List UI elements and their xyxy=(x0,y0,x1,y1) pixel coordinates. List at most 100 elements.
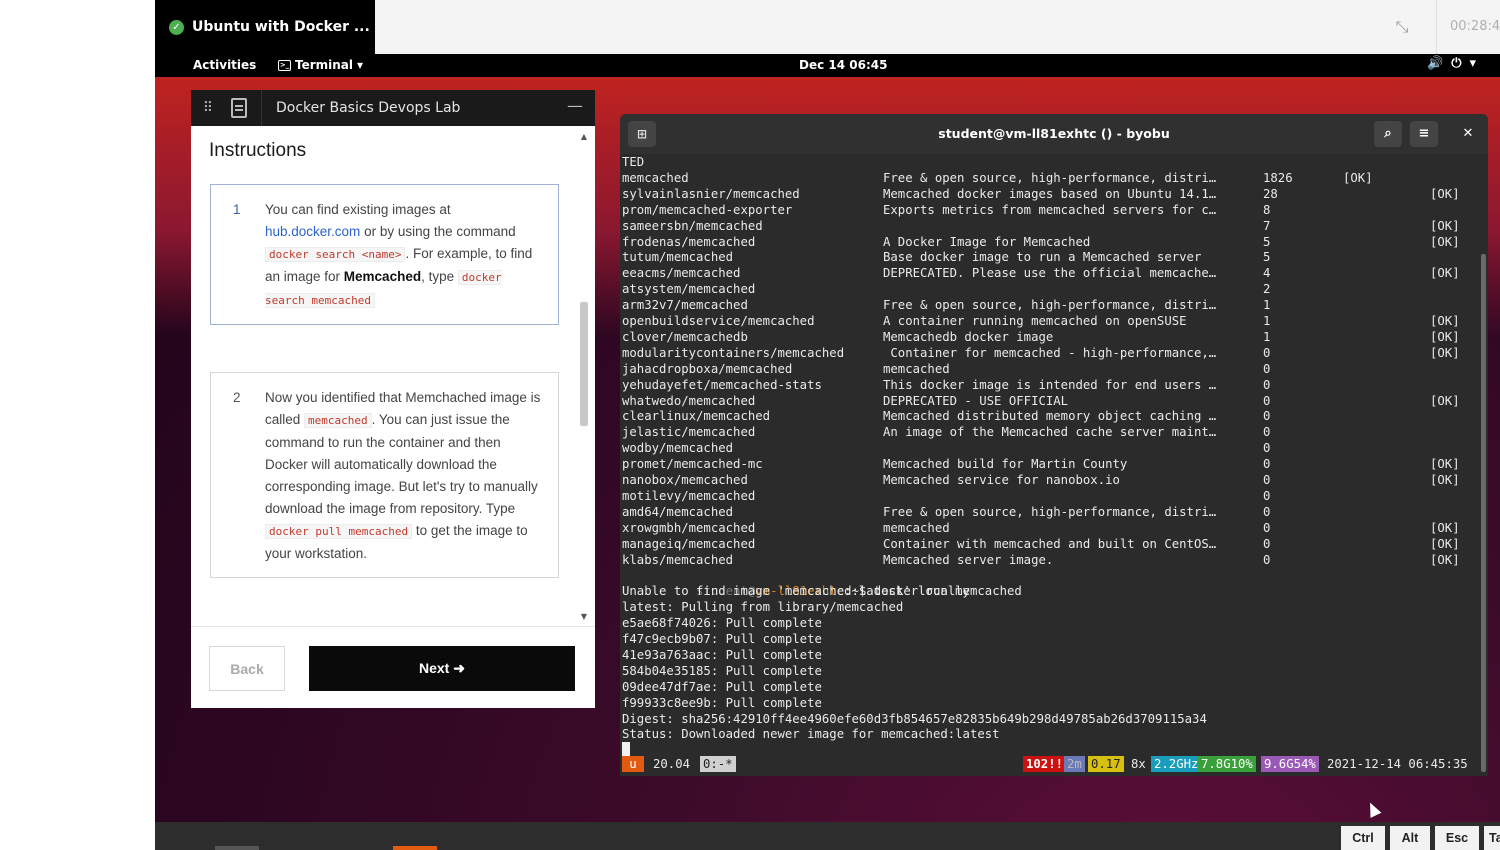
cpu-freq-indicator: 2.2GHz xyxy=(1151,756,1202,772)
app-menu[interactable]: >_ Terminal ▾ xyxy=(278,58,363,72)
ctrl-key-button[interactable]: Ctrl xyxy=(1341,826,1385,850)
hamburger-menu-icon[interactable]: ≡ xyxy=(1410,121,1438,147)
result-description: Container with memcached and built on Ce… xyxy=(883,536,1217,551)
instructions-body: Instructions 1 You can find existing ima… xyxy=(191,126,595,626)
result-row: klabs/memcached Memcached server image. 0 [… xyxy=(622,552,1482,568)
result-stars: 0 xyxy=(1263,409,1271,424)
terminal-output[interactable]: TED memcached Free & open source, high-pe… xyxy=(622,154,1482,772)
result-stars: 8 xyxy=(1263,202,1271,217)
result-name: clearlinux/memcached xyxy=(622,409,771,424)
result-stars: 0 xyxy=(1263,345,1271,360)
result-name: manageiq/memcached xyxy=(622,536,756,551)
app-root: ✓ Ubuntu with Docker ... ⤡ 00:28:4 Activ… xyxy=(0,0,1500,850)
result-row: modularitycontainers/memcached Container… xyxy=(622,345,1482,361)
step-card-2[interactable]: 2 Now you identified that Memchached ima… xyxy=(210,372,559,578)
search-icon[interactable]: ⌕ xyxy=(1374,121,1402,147)
code-snippet[interactable]: docker pull memcached xyxy=(265,524,413,539)
vm-screen[interactable]: Activities >_ Terminal ▾ Dec 14 06:45 🔊 … xyxy=(155,54,1500,850)
session-tab[interactable]: ✓ Ubuntu with Docker ... xyxy=(155,0,375,54)
session-indicator[interactable]: 0:-* xyxy=(700,756,736,772)
result-name: eeacms/memcached xyxy=(622,266,741,281)
terminal-window[interactable]: student@vm-ll81exhtc () - byobu ⊞ ⌕ ≡ ✕ … xyxy=(620,114,1488,776)
result-row: arm32v7/memcached Free & open source, hig… xyxy=(622,297,1482,313)
drag-handle-icon[interactable]: ⠿ xyxy=(201,99,215,117)
volume-icon: 🔊 xyxy=(1427,56,1444,71)
tab-key-button[interactable]: Tab xyxy=(1484,826,1500,850)
back-button[interactable]: Back xyxy=(209,646,285,691)
uptime-indicator: 2m xyxy=(1064,756,1085,772)
result-name: nanobox/memcached xyxy=(622,473,748,487)
result-automated: [OK] xyxy=(1430,234,1460,249)
instructions-scrollbar[interactable]: ▲ ▼ xyxy=(579,132,589,622)
compress-icon[interactable]: ⤡ xyxy=(1392,17,1412,37)
result-official: [OK] xyxy=(1343,170,1373,185)
datetime-indicator: 2021-12-14 06:45:35 xyxy=(1327,757,1468,771)
result-stars: 0 xyxy=(1263,457,1271,472)
terminal-scrollbar[interactable] xyxy=(1481,254,1486,772)
result-row: jelastic/memcached An image of the Memcac… xyxy=(622,424,1482,440)
result-row: memcached Free & open source, high-perfor… xyxy=(622,170,1482,186)
result-description: A container running memcached on openSUS… xyxy=(883,314,1187,328)
result-stars: 0 xyxy=(1263,393,1271,408)
clock[interactable]: Dec 14 06:45 xyxy=(799,58,887,72)
result-name: motilevy/memcached xyxy=(622,488,756,503)
caret-down-icon: ▾ xyxy=(357,58,364,72)
result-description: An image of the Memcached cache server m… xyxy=(883,425,1217,440)
result-name: wodby/memcached xyxy=(622,441,734,456)
code-snippet[interactable]: docker search <name> xyxy=(265,247,406,262)
activities-button[interactable]: Activities xyxy=(193,58,256,72)
esc-key-button[interactable]: Esc xyxy=(1435,826,1479,850)
step-card-1[interactable]: 1 You can find existing images at hub.do… xyxy=(210,184,559,325)
minimize-icon[interactable]: — xyxy=(567,96,583,116)
output-line: latest: Pulling from library/memcached xyxy=(622,600,904,615)
result-name: whatwedo/memcached xyxy=(622,393,756,408)
result-stars: 0 xyxy=(1263,377,1271,392)
code-snippet[interactable]: memcached xyxy=(304,413,372,428)
scrollbar-thumb[interactable] xyxy=(580,302,588,426)
output-line: 09dee47df7ae: Pull complete xyxy=(622,679,822,694)
result-automated: [OK] xyxy=(1430,329,1460,344)
result-row: promet/memcached-mc Memcached build for M… xyxy=(622,456,1482,472)
scroll-up-icon[interactable]: ▲ xyxy=(579,132,589,142)
result-name: atsystem/memcached xyxy=(622,282,756,297)
result-stars: 0 xyxy=(1263,473,1271,487)
result-stars: 0 xyxy=(1263,441,1271,456)
docker-hub-link[interactable]: hub.docker.com xyxy=(265,224,360,239)
result-description: Memcached docker images based on Ubuntu … xyxy=(883,186,1217,201)
result-automated: [OK] xyxy=(1430,552,1460,567)
output-line: Status: Downloaded newer image for memca… xyxy=(622,727,1000,742)
output-line: e5ae68f74026: Pull complete xyxy=(622,616,822,631)
result-name: sameersbn/memcached xyxy=(622,218,763,233)
check-icon: ✓ xyxy=(169,19,184,35)
bottom-tab-indicator[interactable] xyxy=(215,846,259,850)
result-row: eeacms/memcached DEPRECATED. Please use t… xyxy=(622,265,1482,281)
result-automated: [OK] xyxy=(1430,520,1460,535)
result-name: clover/memcachedb xyxy=(622,329,748,344)
result-description: memcached xyxy=(883,520,950,535)
terminal-line: TED xyxy=(622,155,645,169)
result-stars: 7 xyxy=(1263,218,1271,233)
result-name: prom/memcached-exporter xyxy=(622,202,793,217)
output-line: Unable to find image 'memcached:latest' … xyxy=(622,584,970,599)
document-icon[interactable] xyxy=(231,98,247,118)
result-stars: 0 xyxy=(1263,361,1271,376)
result-name: jelastic/memcached xyxy=(622,425,756,440)
result-name: openbuildservice/memcached xyxy=(622,314,815,328)
step-text: or by using the command xyxy=(360,224,516,239)
system-tray[interactable]: 🔊 ⏻ ▾ xyxy=(1427,56,1476,71)
result-stars: 1 xyxy=(1263,329,1271,344)
bottom-tab-indicator[interactable] xyxy=(393,846,437,850)
result-row: jahacdropboxa/memcached memcached 0 xyxy=(622,361,1482,377)
step-number: 1 xyxy=(233,202,241,217)
alt-key-button[interactable]: Alt xyxy=(1390,826,1430,850)
scroll-down-icon[interactable]: ▼ xyxy=(579,612,589,622)
prompt-line: student@vm-ll81exhtc:~$ docker run memca… xyxy=(696,584,1022,599)
new-tab-icon[interactable]: ⊞ xyxy=(628,121,656,147)
close-icon[interactable]: ✕ xyxy=(1456,121,1480,147)
app-menu-label: Terminal xyxy=(295,58,354,72)
next-button[interactable]: Next ➜ xyxy=(309,646,575,691)
result-row: sameersbn/memcached 7 [OK] xyxy=(622,218,1482,234)
instructions-panel: ⠿ Docker Basics Devops Lab — Instruction… xyxy=(191,90,595,708)
window-indicator[interactable]: u xyxy=(622,756,644,772)
result-stars: 5 xyxy=(1263,250,1271,265)
